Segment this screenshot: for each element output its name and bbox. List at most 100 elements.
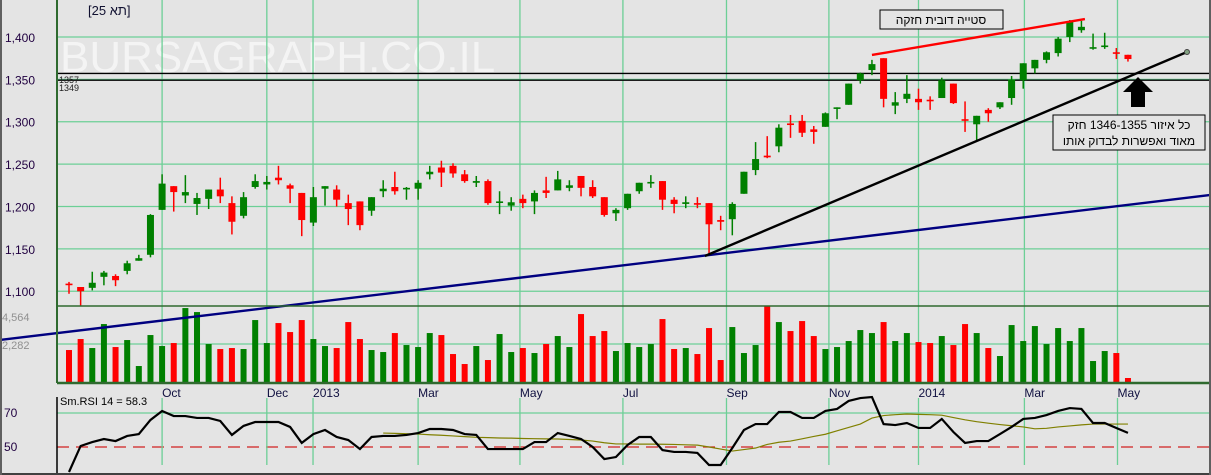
rsi-tick-label: 70 [4,406,18,420]
volume-bar [531,353,538,382]
candle-body [437,167,445,173]
candle-body [286,185,294,189]
candle-body [693,203,701,205]
candle-body [146,214,154,255]
candle-body [379,188,387,192]
volume-bar [1090,361,1097,382]
volume-bar [484,360,491,382]
volume-bar [461,364,468,382]
volume-bar [647,344,654,382]
volume-bar [252,320,259,382]
level-label-low: 1349 [59,83,79,93]
candle-body [391,187,399,192]
volume-bar [1031,326,1038,382]
candle-body [786,123,794,126]
candle-body [938,80,946,99]
support-note: כל איזור 1346-1355 חזק מאוד ואפשרות לבדו… [1052,114,1206,151]
volume-bar [566,347,573,382]
volume-bar [66,350,72,382]
volume-bar [915,342,922,382]
volume-bar [1020,341,1027,382]
volume-bar [950,345,957,382]
volume-bar [322,346,329,382]
candle-body [216,189,224,197]
candle-body [1089,47,1097,49]
candle-body [1054,38,1062,54]
date-tick-label: May [520,386,543,400]
candle-body [65,283,73,286]
date-tick-label: Sep [726,386,748,400]
candle-body [554,179,562,191]
candle-body [658,181,666,200]
candle-body [228,203,236,222]
candle-body [670,199,678,204]
price-tick-label: 1,100 [5,285,35,299]
chart-title: [תא 25] [88,3,130,18]
volume-bar [508,352,515,382]
candle-body [170,186,178,193]
candle-body [856,73,864,81]
candle-body [845,83,853,105]
volume-bar [415,347,422,382]
volume-bar [89,348,96,382]
volume-bar [624,343,631,382]
candle-body [472,181,480,183]
volume-bar [996,356,1003,382]
volume-bar [729,327,736,382]
price-tick-label: 1,300 [5,116,35,130]
candle-body [193,198,201,204]
volume-bar [298,320,305,382]
volume-bar [124,340,131,382]
candle-body [1019,63,1027,81]
candle-body [996,102,1004,108]
candle-body [1008,79,1016,99]
volume-bar [554,336,561,382]
date-tick-label: Mar [418,386,439,400]
volume-bar [135,366,142,382]
candle-body [740,171,748,194]
candle-body [263,181,271,185]
candle-body [682,202,690,204]
volume-bar [601,331,608,382]
volume-bar [356,339,363,382]
price-tick-label: 1,250 [5,158,35,172]
candle-body [926,99,934,102]
candle-body [181,192,189,196]
candle-body [624,193,632,209]
price-tick-label: 1,350 [5,73,35,87]
volume-bar [240,349,247,382]
candle-body [705,203,713,225]
candle-body [717,220,725,222]
candle-body [891,102,899,106]
volume-bar [333,348,340,382]
volume-bar [810,336,817,382]
candle-body [612,209,620,214]
candle-body [763,155,771,158]
volume-bar [694,354,701,382]
volume-bar [1055,328,1062,382]
volume-bar [740,353,747,382]
volume-tick-label: 2,282 [2,340,30,352]
volume-bar [1066,341,1073,382]
price-tick-label: 1,400 [5,31,35,45]
candle-body [496,201,504,204]
candle-body [135,258,143,261]
date-tick-label: May [1117,386,1140,400]
volume-bar [938,336,945,382]
volume-bar [962,324,969,382]
candle-body [647,181,655,184]
volume-bar [391,333,398,382]
candle-body [565,185,573,188]
candle-body [507,202,515,206]
support-note-line1: כל איזור 1346-1355 חזק [1068,118,1191,132]
volume-bar [1078,328,1085,382]
volume-bar [799,321,806,382]
volume-bar [787,331,794,382]
volume-tick-label: 4,564 [2,312,30,324]
candle-body [274,177,282,181]
date-tick-label: Nov [829,386,850,400]
volume-bar [589,336,596,382]
candle-body [589,187,597,197]
date-tick-label: Oct [162,386,181,400]
volume-bar [764,306,771,382]
